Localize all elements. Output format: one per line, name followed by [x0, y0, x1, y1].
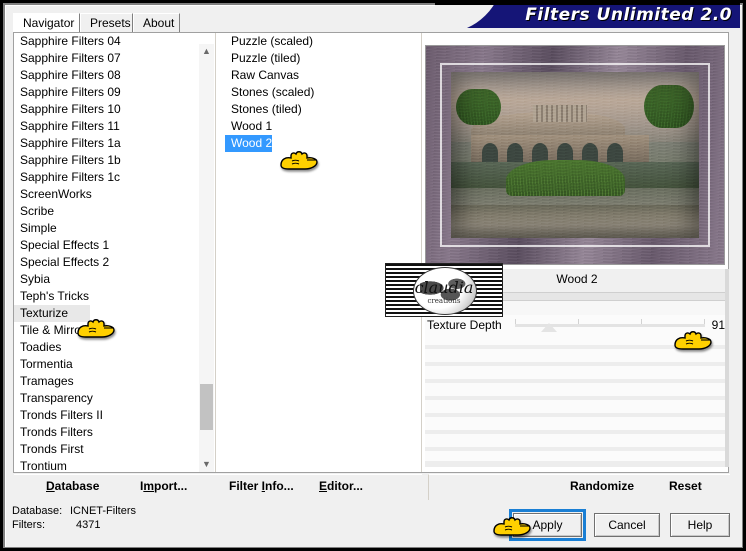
action-links-bar: Database Import... Filter Info... Editor...	[14, 474, 422, 500]
preview-image[interactable]	[425, 45, 725, 265]
filters-value: 4371	[76, 519, 101, 531]
effect-item-row[interactable]: Stones (scaled)	[225, 84, 420, 101]
category-item[interactable]: Sapphire Filters 1b	[14, 152, 215, 169]
watermark-sub: creations	[427, 297, 461, 305]
category-item[interactable]: Trontium	[14, 458, 215, 472]
link-randomize[interactable]: Randomize	[570, 479, 634, 493]
category-list[interactable]: Sapphire Filters 04 Sapphire Filters 07 Sa…	[14, 33, 216, 472]
chevron-up-icon[interactable]: ▲	[199, 44, 214, 59]
category-item[interactable]: Sybia	[14, 271, 215, 288]
unused-parameter-rows	[425, 339, 729, 467]
randomize-reset-bar: Randomize Reset	[428, 474, 730, 500]
parameter-panel-scrollbar[interactable]	[725, 269, 729, 467]
empty-parameter-row	[425, 461, 727, 467]
link-import[interactable]: Import...	[140, 479, 187, 493]
help-button[interactable]: Help	[670, 513, 730, 537]
category-item[interactable]: Sapphire Filters 04	[14, 33, 215, 50]
empty-parameter-row	[425, 447, 727, 451]
empty-parameter-row	[425, 362, 727, 366]
category-item[interactable]: Simple	[14, 220, 215, 237]
effect-item[interactable]: Stones (tiled)	[225, 101, 302, 118]
category-item[interactable]: Sapphire Filters 1a	[14, 135, 215, 152]
link-editor[interactable]: Editor...	[319, 479, 363, 493]
photo-vignette	[451, 72, 699, 238]
category-item[interactable]: Tronds Filters	[14, 424, 215, 441]
filters-label: Filters:	[12, 519, 45, 531]
category-list-scrollbar[interactable]: ▲ ▼	[199, 44, 214, 472]
tab-presets[interactable]: Presets	[80, 13, 133, 32]
category-item[interactable]: Sapphire Filters 11	[14, 118, 215, 135]
tab-navigator[interactable]: Navigator	[13, 13, 80, 32]
effect-item-row[interactable]: Wood 2	[225, 135, 420, 152]
category-item[interactable]: Scribe	[14, 203, 215, 220]
category-item[interactable]: Teph's Tricks	[14, 288, 215, 305]
category-item[interactable]: Special Effects 2	[14, 254, 215, 271]
category-item[interactable]: ScreenWorks	[14, 186, 215, 203]
category-item[interactable]: Tile & Mirror	[14, 322, 215, 339]
effect-item-row[interactable]: Raw Canvas	[225, 67, 420, 84]
watermark-name: claudia	[414, 278, 474, 297]
category-item[interactable]: Texturize	[14, 305, 90, 322]
preview-photo	[451, 72, 699, 238]
scrollbar-thumb[interactable]	[200, 384, 213, 430]
effect-list[interactable]: Puzzle (scaled) Puzzle (tiled) Raw Canvas S…	[225, 33, 420, 472]
parameter-panel: Wood 2 Texture Depth 91 claudia creation…	[385, 36, 729, 469]
texture-depth-row: Texture Depth 91	[425, 315, 729, 339]
empty-parameter-row	[425, 430, 727, 434]
tabstrip: Navigator Presets About	[13, 13, 729, 33]
category-item[interactable]: Sapphire Filters 07	[14, 50, 215, 67]
cancel-button[interactable]: Cancel	[594, 513, 660, 537]
category-item[interactable]: Special Effects 1	[14, 237, 215, 254]
empty-parameter-row	[425, 379, 727, 383]
category-item[interactable]: Transparency	[14, 390, 215, 407]
link-reset[interactable]: Reset	[669, 479, 702, 493]
apply-button[interactable]: Apply	[513, 513, 582, 537]
database-value: ICNET-Filters	[70, 505, 136, 517]
empty-parameter-row	[425, 413, 727, 417]
category-item[interactable]: Tormentia	[14, 356, 215, 373]
effect-item[interactable]: Wood 2	[225, 135, 273, 152]
effect-item[interactable]: Stones (scaled)	[225, 84, 314, 101]
empty-parameter-row	[425, 396, 727, 400]
texture-depth-thumb[interactable]	[541, 323, 557, 332]
category-item[interactable]: Sapphire Filters 1c	[14, 169, 215, 186]
texture-depth-label: Texture Depth	[427, 318, 502, 332]
category-item[interactable]: Tronds Filters II	[14, 407, 215, 424]
empty-parameter-row	[425, 345, 727, 349]
effect-item-row[interactable]: Wood 1	[225, 118, 420, 135]
texture-depth-value: 91	[711, 318, 725, 332]
effect-item[interactable]: Raw Canvas	[225, 67, 299, 84]
category-item[interactable]: Tronds First	[14, 441, 215, 458]
category-item[interactable]: Tramages	[14, 373, 215, 390]
effect-item-row[interactable]: Puzzle (scaled)	[225, 33, 420, 50]
tab-about[interactable]: About	[133, 13, 180, 32]
claudia-watermark: claudia creations	[385, 263, 503, 317]
database-label: Database:	[12, 505, 63, 517]
effect-item-row[interactable]: Puzzle (tiled)	[225, 50, 420, 67]
effect-item[interactable]: Puzzle (tiled)	[225, 50, 300, 67]
effect-item[interactable]: Puzzle (scaled)	[225, 33, 313, 50]
status-area: Database: ICNET-Filters Filters: 4371	[8, 505, 368, 539]
category-item[interactable]: Sapphire Filters 10	[14, 101, 215, 118]
category-item[interactable]: Sapphire Filters 09	[14, 84, 215, 101]
panel-divider	[421, 33, 422, 472]
link-filter-info[interactable]: Filter Info...	[229, 479, 294, 493]
link-database[interactable]: Database	[46, 479, 99, 493]
chevron-down-icon[interactable]: ▼	[199, 457, 214, 472]
category-item[interactable]: Toadies	[14, 339, 215, 356]
filters-unlimited-window: Filters Unlimited 2.0 Navigator Presets Ab…	[0, 0, 746, 551]
category-item[interactable]: Sapphire Filters 08	[14, 67, 215, 84]
effect-item-row[interactable]: Stones (tiled)	[225, 101, 420, 118]
effect-item[interactable]: Wood 1	[225, 118, 272, 135]
